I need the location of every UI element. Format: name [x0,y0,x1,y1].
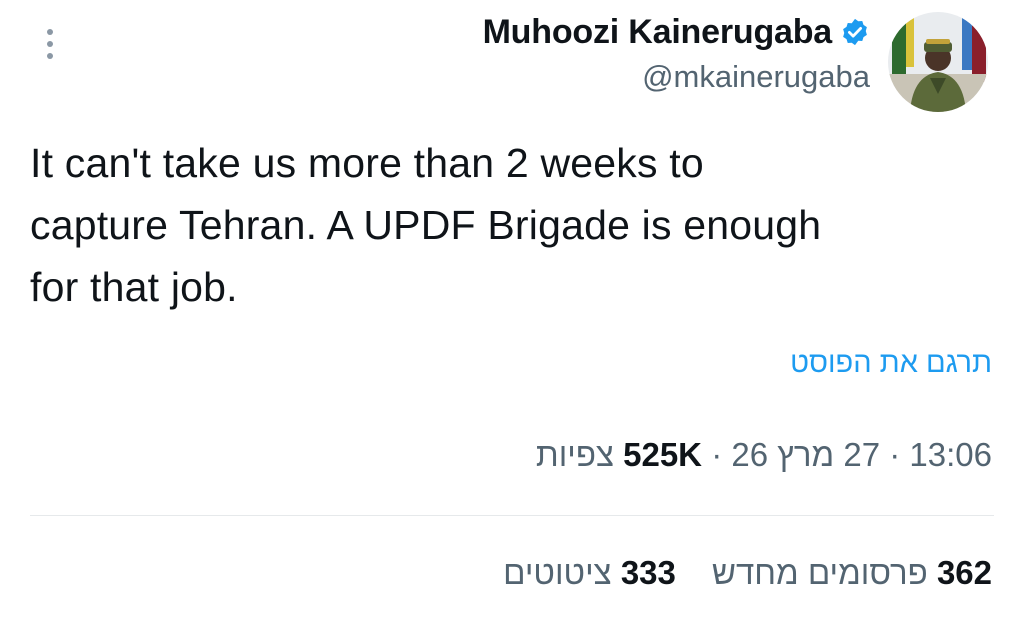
tweet-date[interactable]: 27 מרץ 26 [731,436,880,473]
meta-separator: · [711,436,723,473]
reposts-stat[interactable]: 362 פרסומים מחדש [712,554,992,592]
quotes-stat[interactable]: 333 ציטוטים [503,554,676,592]
tweet-text: It can't take us more than 2 weeks to ca… [30,140,822,310]
divider [30,515,994,516]
more-options-button[interactable] [38,26,62,66]
engagement-stats: 362 פרסומים מחדש 333 ציטוטים [503,554,992,592]
tweet-header: Muhoozi Kainerugaba @mkainerugaba [483,6,988,112]
tweet-time[interactable]: 13:06 [909,436,992,473]
more-vertical-icon [46,27,54,66]
avatar[interactable] [888,12,988,112]
reposts-count: 362 [936,554,992,591]
meta-separator: · [889,436,901,473]
author-display-name[interactable]: Muhoozi Kainerugaba [483,10,833,54]
author-names: Muhoozi Kainerugaba @mkainerugaba [483,10,870,98]
views-label: צפיות [535,436,614,473]
quotes-label: ציטוטים [503,554,612,591]
author-handle[interactable]: @mkainerugaba [483,56,870,98]
translate-post-link[interactable]: תרגם את הפוסט [790,347,992,380]
verified-badge-icon[interactable] [840,17,870,47]
tweet-meta: 13:06 · 27 מרץ 26 · 525K צפיות [536,436,992,474]
display-name-row[interactable]: Muhoozi Kainerugaba [483,10,870,54]
reposts-label: פרסומים מחדש [711,554,928,591]
views-count: 525K [623,436,703,473]
quotes-count: 333 [620,554,676,591]
